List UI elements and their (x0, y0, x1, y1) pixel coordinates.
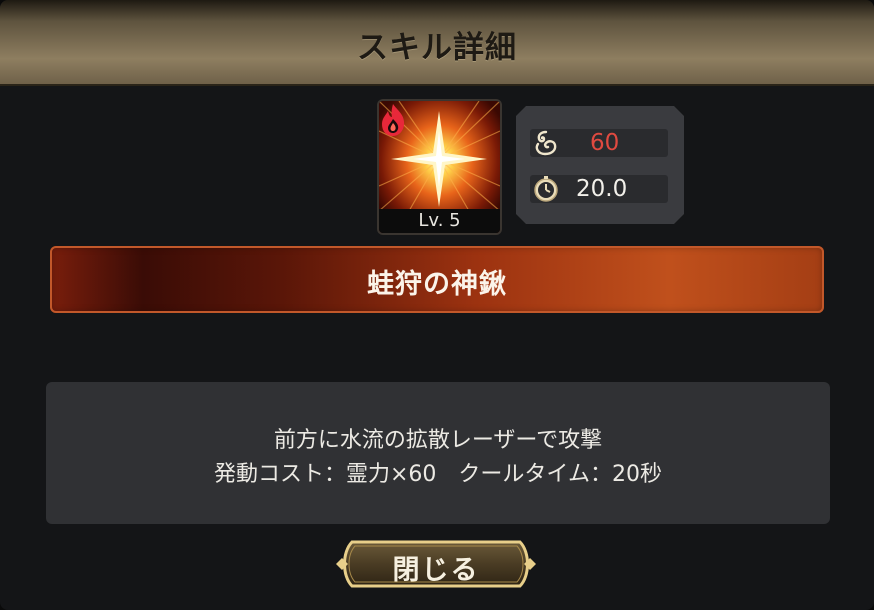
description-line-2: 発動コスト：霊力×60 クールタイム：20秒 (214, 462, 662, 487)
skill-name-banner: 蛙狩の神鍬 (50, 246, 824, 313)
skill-description-box: 前方に水流の拡散レーザーで攻撃 発動コスト：霊力×60 クールタイム：20秒 (46, 382, 830, 524)
dialog-title: スキル詳細 (357, 30, 517, 66)
skill-stats-panel: 60 20.0 (516, 106, 684, 224)
stopwatch-icon (534, 176, 558, 202)
cooldown-row: 20.0 (530, 175, 668, 203)
close-button-label: 閉じる (392, 555, 480, 586)
spirit-power-icon (535, 130, 557, 156)
cooldown-value: 20.0 (576, 176, 628, 202)
skill-detail-dialog: スキル詳細 Lv. 5 60 20.0 蛙狩の神鍬 前方に水流の拡散レーザーで攻… (0, 0, 874, 610)
skill-name: 蛙狩の神鍬 (367, 269, 507, 300)
skill-level: Lv. 5 (379, 209, 500, 233)
close-button[interactable]: 閉じる (332, 536, 540, 592)
cost-value: 60 (590, 130, 620, 156)
fire-element-icon (382, 104, 405, 136)
cost-row: 60 (530, 129, 668, 157)
description-line-1: 前方に水流の拡散レーザーで攻撃 (273, 428, 603, 453)
dialog-header: スキル詳細 (0, 0, 874, 86)
